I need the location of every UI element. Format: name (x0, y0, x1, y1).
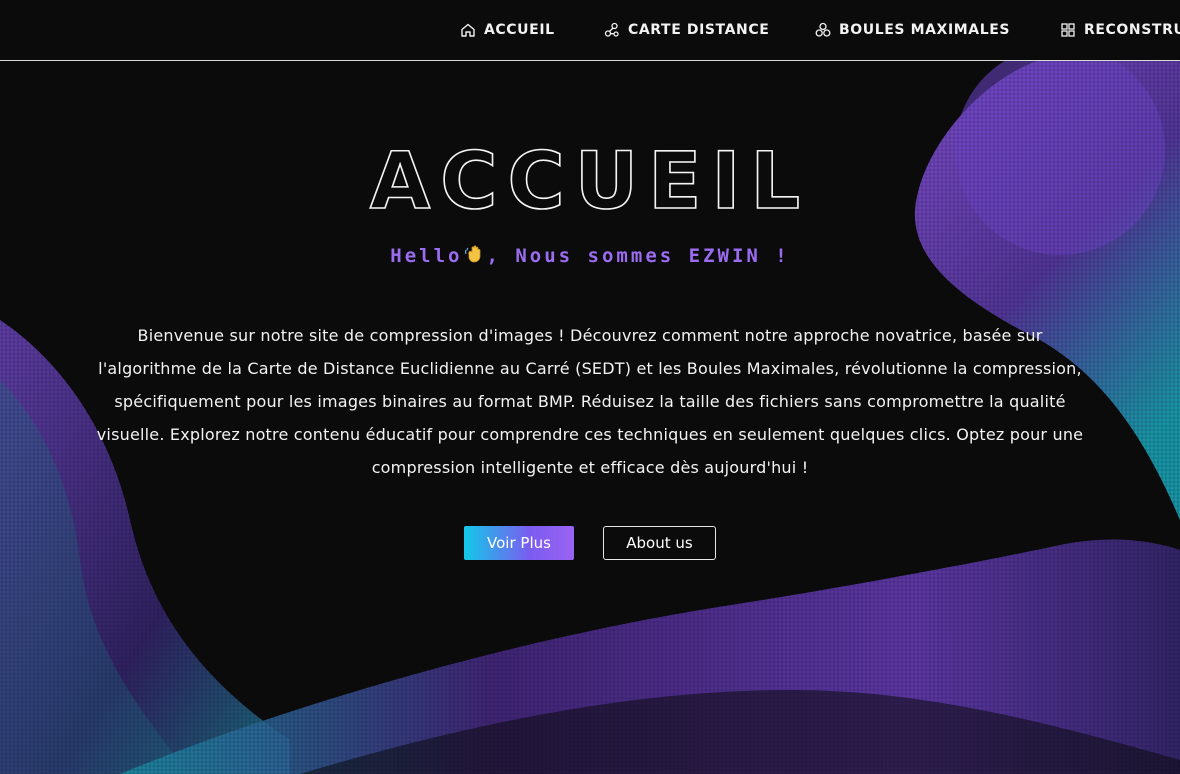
home-icon (461, 23, 475, 37)
nav-item-accueil[interactable]: ACCUEIL (460, 18, 555, 42)
nav-item-label: RECONSTRU (1084, 22, 1180, 38)
waving-hand-icon (464, 244, 484, 269)
about-us-button[interactable]: About us (603, 526, 716, 560)
hero-title-text: ACCUEIL (370, 137, 810, 227)
nav-item-label: CARTE DISTANCE (628, 22, 770, 38)
blocks-icon (1061, 23, 1075, 37)
nav-item-label: ACCUEIL (484, 22, 555, 38)
network-icon (604, 22, 619, 37)
hero-description: Bienvenue sur notre site de compression … (96, 326, 1084, 477)
page: ACCUEIL CARTE DISTANCE BOULES MAXIMALES (0, 0, 1180, 774)
nav-item-label: BOULES MAXIMALES (839, 22, 1011, 38)
hero-title: ACCUEIL (369, 136, 810, 228)
subtitle-hello: Hello (390, 245, 463, 267)
top-navbar: ACCUEIL CARTE DISTANCE BOULES MAXIMALES (0, 0, 1180, 61)
spheres-icon (815, 22, 831, 37)
subtitle-rest: , Nous sommes EZWIN ! (486, 245, 790, 267)
voir-plus-button[interactable]: Voir Plus (464, 526, 574, 560)
nav-item-carte-distance[interactable]: CARTE DISTANCE (604, 18, 769, 42)
bottom-wave (120, 539, 1180, 774)
nav-item-boules-maximales[interactable]: BOULES MAXIMALES (815, 18, 1010, 42)
nav-item-reconstruction[interactable]: RECONSTRU (1060, 18, 1180, 42)
hero-subtitle: Hello , Nous sommes EZWIN ! (0, 244, 1180, 269)
